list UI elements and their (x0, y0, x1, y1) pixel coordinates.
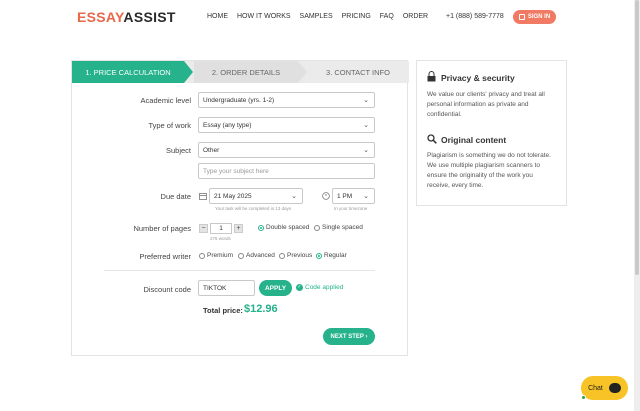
subject-select[interactable]: Other ⌄ (198, 142, 375, 158)
sign-in-icon (518, 14, 525, 20)
clock-icon (322, 192, 330, 200)
writer-advanced-radio[interactable]: Advanced (238, 252, 275, 259)
double-spaced-label: Double spaced (266, 224, 310, 231)
subject-label: Subject (165, 146, 191, 155)
pages-input[interactable]: 1 (210, 223, 232, 234)
chevron-down-icon: ⌄ (291, 193, 297, 200)
step-price-calculation[interactable]: 1. PRICE CALCULATION (72, 61, 193, 83)
calendar-icon (199, 193, 207, 200)
academic-level-label: Academic level (140, 96, 191, 105)
writer-regular-radio[interactable]: Regular (316, 252, 347, 259)
radio-dot-selected (316, 252, 322, 259)
next-step-button[interactable]: NEXT STEP › (323, 328, 375, 345)
due-time-hint: In your timezone (334, 206, 368, 211)
step-progress: 1. PRICE CALCULATION 2. ORDER DETAILS 3.… (72, 61, 409, 83)
radio-dot-selected (258, 224, 264, 231)
due-date-value: 21 May 2025 (214, 192, 252, 200)
nav-home[interactable]: HOME (207, 13, 228, 20)
writer-previous-label: Previous (287, 252, 313, 259)
writer-regular-label: Regular (324, 252, 347, 259)
writer-premium-label: Premium (207, 252, 234, 259)
check-circle-icon: ✓ (296, 284, 303, 291)
code-applied-text: Code applied (305, 284, 344, 291)
chat-widget-button[interactable]: Chat (581, 376, 628, 400)
step-order-details[interactable]: 2. ORDER DETAILS (194, 61, 307, 83)
chevron-down-icon: ⌄ (363, 193, 369, 200)
single-spaced-radio[interactable]: Single spaced (314, 224, 363, 231)
academic-level-value: Undergraduate (yrs. 1-2) (203, 96, 275, 104)
discount-code-input[interactable]: TIKTOK (198, 280, 255, 296)
pages-hint: 275 words (210, 236, 231, 241)
radio-dot (314, 224, 320, 231)
single-spaced-label: Single spaced (322, 224, 363, 231)
apply-button[interactable]: APPLY (259, 280, 292, 296)
magnifier-icon (427, 134, 437, 144)
original-content-text: Plagiarism is something we do not tolera… (427, 152, 551, 189)
radio-dot (199, 252, 205, 259)
due-date-select[interactable]: 21 May 2025 ⌄ (209, 188, 303, 204)
due-date-label: Due date (160, 192, 191, 201)
main-nav: HOME HOW IT WORKS SAMPLES PRICING FAQ OR… (207, 13, 428, 20)
type-of-work-value: Essay (any type) (203, 121, 252, 129)
double-spaced-radio[interactable]: Double spaced (258, 224, 309, 231)
due-date-hint: Your task will be completed in 13 days (215, 206, 292, 211)
nav-how-it-works[interactable]: HOW IT WORKS (237, 13, 291, 20)
privacy-title: Privacy & security (441, 73, 515, 83)
academic-level-select[interactable]: Undergraduate (yrs. 1-2) ⌄ (198, 92, 375, 108)
page-scrollbar[interactable] (634, 0, 640, 411)
type-of-work-select[interactable]: Essay (any type) ⌄ (198, 117, 375, 133)
original-content-title: Original content (441, 135, 507, 145)
sign-in-label: SIGN IN (527, 14, 551, 20)
subject-input[interactable]: Type your subject here (198, 163, 375, 179)
divider (104, 270, 375, 271)
chevron-down-icon: ⌄ (363, 147, 369, 154)
code-applied-status: ✓ Code applied (296, 284, 343, 291)
logo-part-assist: ASSIST (123, 9, 176, 25)
writer-previous-radio[interactable]: Previous (279, 252, 312, 259)
preferred-writer-label: Preferred writer (139, 252, 191, 261)
nav-faq[interactable]: FAQ (380, 13, 394, 20)
nav-order[interactable]: ORDER (403, 13, 428, 20)
logo[interactable]: ESSAYASSIST (77, 9, 176, 25)
chevron-down-icon: ⌄ (363, 97, 369, 104)
info-card: Privacy & security We value our clients'… (416, 60, 567, 206)
phone-number[interactable]: +1 (888) 589-7778 (446, 13, 504, 20)
total-price-label: Total price: (203, 306, 243, 315)
privacy-text: We value our clients' privacy and treat … (427, 91, 545, 118)
pages-decrement-button[interactable]: − (199, 224, 208, 233)
due-time-select[interactable]: 1 PM ⌄ (332, 188, 375, 204)
nav-pricing[interactable]: PRICING (342, 13, 371, 20)
pages-increment-button[interactable]: + (234, 224, 243, 233)
writer-premium-radio[interactable]: Premium (199, 252, 233, 259)
pages-label: Number of pages (133, 224, 191, 233)
lock-icon (427, 71, 436, 82)
radio-dot (279, 252, 285, 259)
sign-in-button[interactable]: SIGN IN (513, 10, 556, 24)
discount-code-value: TIKTOK (203, 284, 227, 292)
nav-samples[interactable]: SAMPLES (300, 13, 333, 20)
chevron-down-icon: ⌄ (363, 122, 369, 129)
due-time-value: 1 PM (337, 192, 353, 200)
writer-advanced-label: Advanced (246, 252, 275, 259)
subject-value: Other (203, 146, 220, 154)
type-of-work-label: Type of work (148, 121, 191, 130)
step-contact-info[interactable]: 3. CONTACT INFO (307, 61, 409, 83)
radio-dot (238, 252, 244, 259)
total-price-value: $12.96 (244, 303, 278, 315)
chat-label: Chat (588, 384, 603, 392)
subject-placeholder: Type your subject here (203, 167, 269, 175)
site-header: ESSAYASSIST HOME HOW IT WORKS SAMPLES PR… (0, 0, 640, 35)
scrollbar-thumb[interactable] (635, 0, 639, 275)
chat-bubble-icon (608, 383, 621, 393)
online-status-dot (581, 395, 586, 400)
logo-part-essay: ESSAY (77, 9, 124, 25)
discount-code-label: Discount code (143, 285, 191, 294)
